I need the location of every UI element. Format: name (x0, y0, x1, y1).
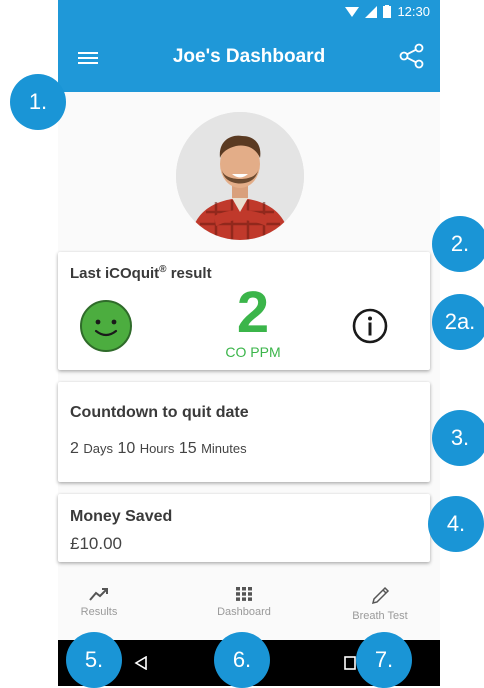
status-bar: 12:30 (58, 0, 440, 24)
co-ppm-value: 2 (236, 280, 270, 345)
page-title: Joe's Dashboard (172, 46, 326, 67)
minutes-label: Minutes (201, 441, 247, 456)
money-saved-title: Money Saved (70, 508, 173, 525)
minutes-value: 15 (178, 440, 197, 457)
callout-badge-4: 4. (428, 496, 484, 552)
callout-badge-3: 3. (432, 410, 484, 466)
wifi-icon (345, 6, 360, 17)
nav-results-label: Results (80, 606, 118, 618)
info-button[interactable] (350, 306, 390, 346)
avatar-image (176, 112, 304, 240)
days-label: Days (83, 441, 113, 456)
last-result-title-text: Last iCOquit (70, 265, 160, 282)
last-result-title: Last iCOquit® result (70, 264, 212, 282)
avatar (176, 112, 304, 240)
money-saved-value: £10.00 (70, 534, 122, 553)
nav-breath-test[interactable]: Breath Test (325, 586, 435, 622)
nav-dashboard[interactable]: Dashboard (189, 586, 299, 618)
back-icon[interactable] (134, 656, 148, 670)
grid-icon (236, 587, 252, 601)
nav-results[interactable]: Results (44, 586, 154, 618)
countdown-title: Countdown to quit date (70, 404, 249, 421)
battery-icon (383, 5, 392, 18)
share-icon (399, 43, 424, 69)
nav-breath-test-label: Breath Test (352, 610, 408, 622)
trending-up-icon (89, 588, 108, 601)
nav-dashboard-label: Dashboard (217, 606, 271, 618)
hours-value: 10 (117, 440, 136, 457)
share-button[interactable] (398, 42, 426, 70)
signal-icon (365, 5, 378, 18)
money-saved-card[interactable]: Money Saved £10.00 (58, 494, 430, 562)
phone-screen: 12:30 Joe's Dashboard Last iCOquit® resu… (58, 0, 440, 686)
pencil-icon (371, 586, 390, 605)
countdown-card[interactable]: Countdown to quit date 2 Days 10 Hours 1… (58, 382, 430, 482)
callout-badge-1: 1. (10, 74, 66, 130)
app-bar: Joe's Dashboard (58, 24, 440, 92)
status-time: 12:30 (397, 4, 430, 19)
days-value: 2 (70, 440, 79, 457)
registered-mark: ® (159, 264, 167, 275)
bottom-navigation: Results Dashboard Breath Test (58, 580, 440, 640)
co-ppm-unit: CO PPM (225, 344, 281, 360)
hours-label: Hours (139, 441, 175, 456)
last-result-title-suffix: result (166, 265, 212, 282)
callout-badge-5: 5. (66, 632, 122, 688)
smiley-icon (80, 300, 132, 352)
callout-badge-7: 7. (356, 632, 412, 688)
callout-badge-6: 6. (214, 632, 270, 688)
last-result-card[interactable]: Last iCOquit® result 2 CO PPM (58, 252, 430, 370)
status-icons: 12:30 (345, 4, 430, 19)
callout-badge-2a: 2a. (432, 294, 484, 350)
recents-icon[interactable] (344, 656, 356, 670)
info-icon (352, 308, 388, 344)
countdown-values: 2 Days 10 Hours 15 Minutes (70, 440, 247, 458)
callout-badge-2: 2. (432, 216, 484, 272)
